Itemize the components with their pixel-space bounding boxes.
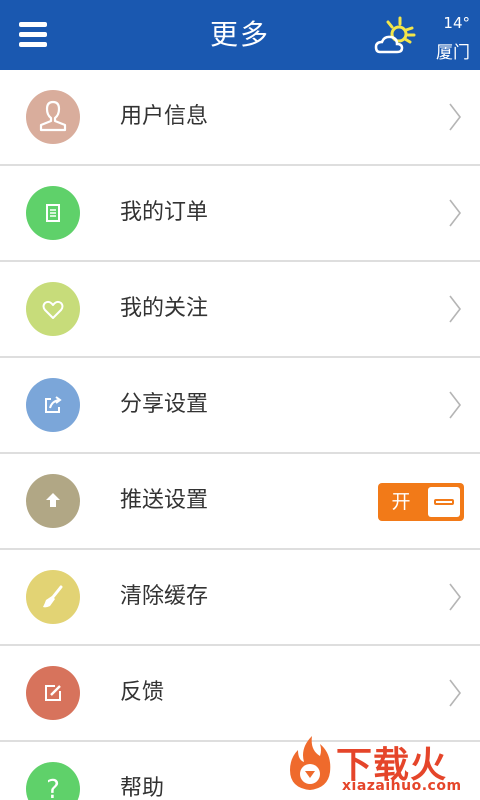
chevron-right-icon bbox=[449, 391, 462, 419]
menu-item-my-orders[interactable]: 我的订单 bbox=[0, 166, 480, 262]
menu-item-share-settings[interactable]: 分享设置 bbox=[0, 358, 480, 454]
brush-icon bbox=[26, 570, 80, 624]
sun-cloud-icon[interactable] bbox=[372, 16, 416, 60]
menu-item-label: 推送设置 bbox=[120, 488, 209, 513]
help-icon-circle: ? bbox=[26, 762, 80, 800]
xiazaihuo-watermark: 下载火 xiazaihuo.com bbox=[280, 732, 480, 800]
toggle-on-label: 开 bbox=[391, 491, 411, 513]
chevron-right-icon bbox=[449, 679, 462, 707]
svg-text:?: ? bbox=[46, 775, 60, 800]
menu-button[interactable] bbox=[14, 16, 54, 54]
heart-icon bbox=[26, 282, 80, 336]
menu-item-label: 分享设置 bbox=[120, 392, 209, 417]
menu-item-my-follows[interactable]: 我的关注 bbox=[0, 262, 480, 358]
edit-icon bbox=[26, 666, 80, 720]
help-icon: ? bbox=[26, 762, 80, 800]
menu-item-feedback[interactable]: 反馈 bbox=[0, 646, 480, 742]
watermark-url: xiazaihuo.com bbox=[342, 778, 462, 794]
menu-item-label: 我的订单 bbox=[120, 200, 209, 225]
menu-item-label: 用户信息 bbox=[120, 104, 209, 129]
weather-temperature: 14° bbox=[443, 14, 470, 32]
flame-logo-icon bbox=[290, 736, 331, 790]
user-info-icon-circle bbox=[26, 90, 80, 144]
upload-arrow-icon bbox=[26, 474, 80, 528]
chevron-right-icon bbox=[449, 199, 462, 227]
menu-item-label: 清除缓存 bbox=[120, 584, 209, 609]
menu-item-user-info[interactable]: 用户信息 bbox=[0, 70, 480, 166]
app-header: 更多 14° 厦门 bbox=[0, 0, 480, 70]
settings-list: 用户信息 我的订单 我的关注 分享设置 推送设置 开 清除缓存 反馈 ? 帮助 bbox=[0, 70, 480, 800]
share-icon bbox=[26, 378, 80, 432]
menu-item-label: 帮助 bbox=[120, 776, 165, 800]
weather-city: 厦门 bbox=[436, 43, 470, 63]
push-settings-icon-circle bbox=[26, 474, 80, 528]
chevron-right-icon bbox=[449, 583, 462, 611]
my-follows-icon-circle bbox=[26, 282, 80, 336]
chevron-right-icon bbox=[449, 295, 462, 323]
app-screen: 更多 14° 厦门 用户信息 我的订单 我的关注 分享设置 推送设置 开 清除缓… bbox=[0, 0, 480, 800]
menu-item-label: 反馈 bbox=[120, 680, 165, 705]
chevron-right-icon bbox=[449, 103, 462, 131]
menu-item-label: 我的关注 bbox=[120, 296, 209, 321]
push-toggle-switch[interactable]: 开 bbox=[378, 483, 464, 521]
user-icon bbox=[26, 90, 80, 144]
clear-cache-icon-circle bbox=[26, 570, 80, 624]
menu-item-push-settings: 推送设置 开 bbox=[0, 454, 480, 550]
menu-item-clear-cache[interactable]: 清除缓存 bbox=[0, 550, 480, 646]
my-orders-icon-circle bbox=[26, 186, 80, 240]
document-icon bbox=[26, 186, 80, 240]
feedback-icon-circle bbox=[26, 666, 80, 720]
share-settings-icon-circle bbox=[26, 378, 80, 432]
toggle-knob bbox=[428, 487, 460, 517]
